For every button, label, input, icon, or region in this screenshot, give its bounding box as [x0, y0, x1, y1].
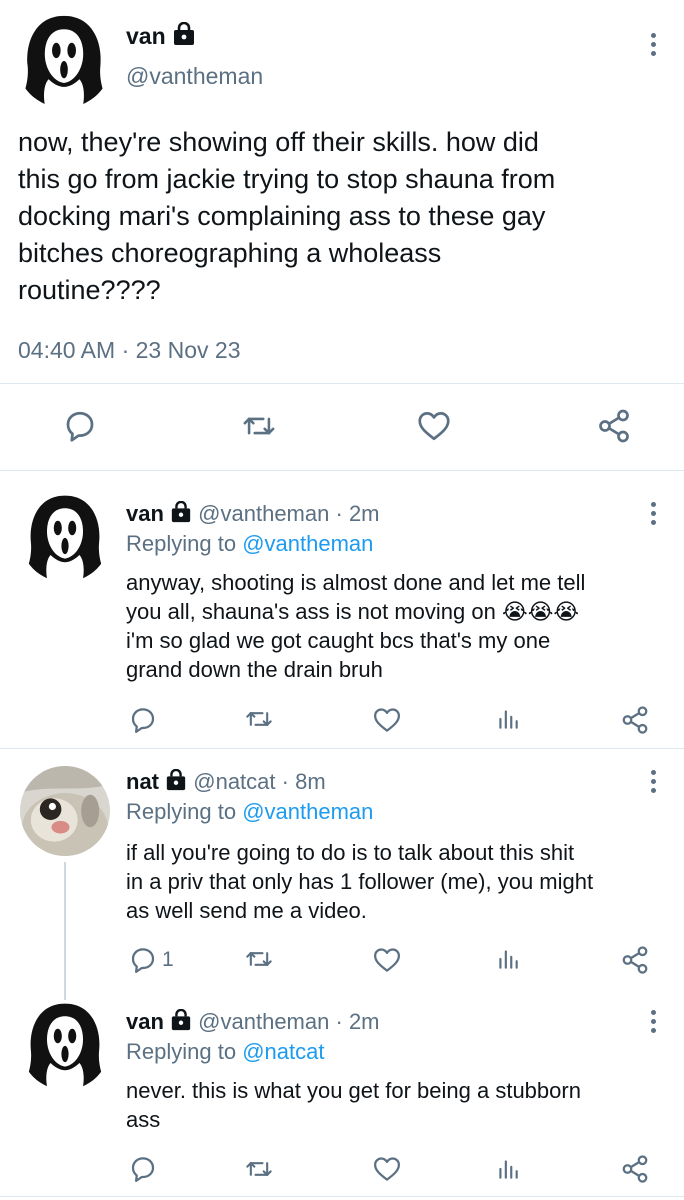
heart-icon[interactable] [372, 1154, 402, 1184]
share-icon[interactable] [596, 408, 632, 444]
replying-to-link[interactable]: @vantheman [242, 531, 373, 556]
cat-avatar-image [20, 766, 110, 856]
analytics-icon[interactable] [495, 946, 521, 972]
avatar[interactable] [16, 12, 112, 108]
lock-icon [172, 22, 196, 46]
ghostface-avatar-image [16, 12, 112, 108]
avatar[interactable] [20, 1000, 110, 1090]
author-name[interactable]: van [126, 23, 166, 49]
replying-to: Replying to @natcat [126, 1039, 325, 1064]
tweet-text: now, they're showing off their skills. h… [18, 127, 556, 305]
author-handle[interactable]: @natcat [193, 769, 275, 794]
more-vertical-icon[interactable] [651, 33, 657, 60]
reply-age: 2m [348, 1009, 380, 1034]
divider [0, 470, 684, 471]
crying-emoji: 😭😭😭 [501, 599, 580, 624]
author-name[interactable]: van [126, 1009, 164, 1034]
divider [0, 383, 684, 384]
avatar[interactable] [20, 766, 110, 856]
heart-icon[interactable] [372, 945, 402, 975]
thread-line [64, 862, 66, 1000]
reply-age: 2m [348, 501, 380, 526]
divider [0, 1196, 684, 1197]
tweet-date: 23 Nov 23 [135, 337, 241, 363]
avatar[interactable] [20, 492, 110, 582]
analytics-icon[interactable] [495, 706, 521, 732]
replying-to: Replying to @vantheman [126, 531, 374, 556]
reply-icon[interactable] [128, 1154, 158, 1184]
lock-icon [165, 769, 187, 791]
retweet-icon[interactable] [245, 705, 273, 733]
replying-to: Replying to @vantheman [126, 799, 374, 824]
timestamp: 04:40 AM · 23 Nov 23 [18, 336, 241, 364]
heart-icon[interactable] [372, 705, 402, 735]
more-vertical-icon[interactable] [651, 502, 657, 529]
more-vertical-icon[interactable] [651, 770, 657, 797]
reply-text: never. this is what you get for being a … [126, 1078, 581, 1132]
divider [0, 748, 684, 749]
reply-text: if all you're going to do is to talk abo… [126, 840, 594, 923]
replying-to-link[interactable]: @natcat [242, 1039, 324, 1064]
reply-text: anyway, shooting is almost done and let … [126, 570, 586, 682]
reply-age: 8m [295, 769, 326, 794]
author-handle[interactable]: @vantheman [126, 62, 263, 90]
lock-icon [170, 501, 192, 523]
author-name[interactable]: nat [126, 769, 159, 794]
lock-icon [170, 1009, 192, 1031]
separator: · [121, 337, 130, 363]
reply-icon[interactable] [128, 705, 158, 735]
ghostface-avatar-image [20, 492, 110, 582]
retweet-icon[interactable] [242, 409, 276, 443]
share-icon[interactable] [620, 1154, 650, 1184]
replying-to-link[interactable]: @vantheman [242, 799, 373, 824]
reply-count: 1 [162, 948, 174, 971]
author-handle[interactable]: @vantheman [198, 501, 329, 526]
reply-header: nat @natcat · 8m [126, 769, 326, 794]
tweet-time: 04:40 AM [18, 337, 116, 363]
reply-icon[interactable] [62, 408, 98, 444]
share-icon[interactable] [620, 945, 650, 975]
retweet-icon[interactable] [245, 1155, 273, 1183]
reply-icon[interactable] [128, 945, 158, 975]
more-vertical-icon[interactable] [651, 1010, 657, 1037]
author-name[interactable]: van [126, 501, 164, 526]
ghostface-avatar-image [20, 1000, 110, 1090]
reply-header: van @vantheman · 2m [126, 501, 380, 526]
heart-icon[interactable] [416, 408, 452, 444]
share-icon[interactable] [620, 705, 650, 735]
analytics-icon[interactable] [495, 1156, 521, 1182]
retweet-icon[interactable] [245, 945, 273, 973]
reply-header: van @vantheman · 2m [126, 1009, 380, 1034]
author-handle[interactable]: @vantheman [198, 1009, 329, 1034]
